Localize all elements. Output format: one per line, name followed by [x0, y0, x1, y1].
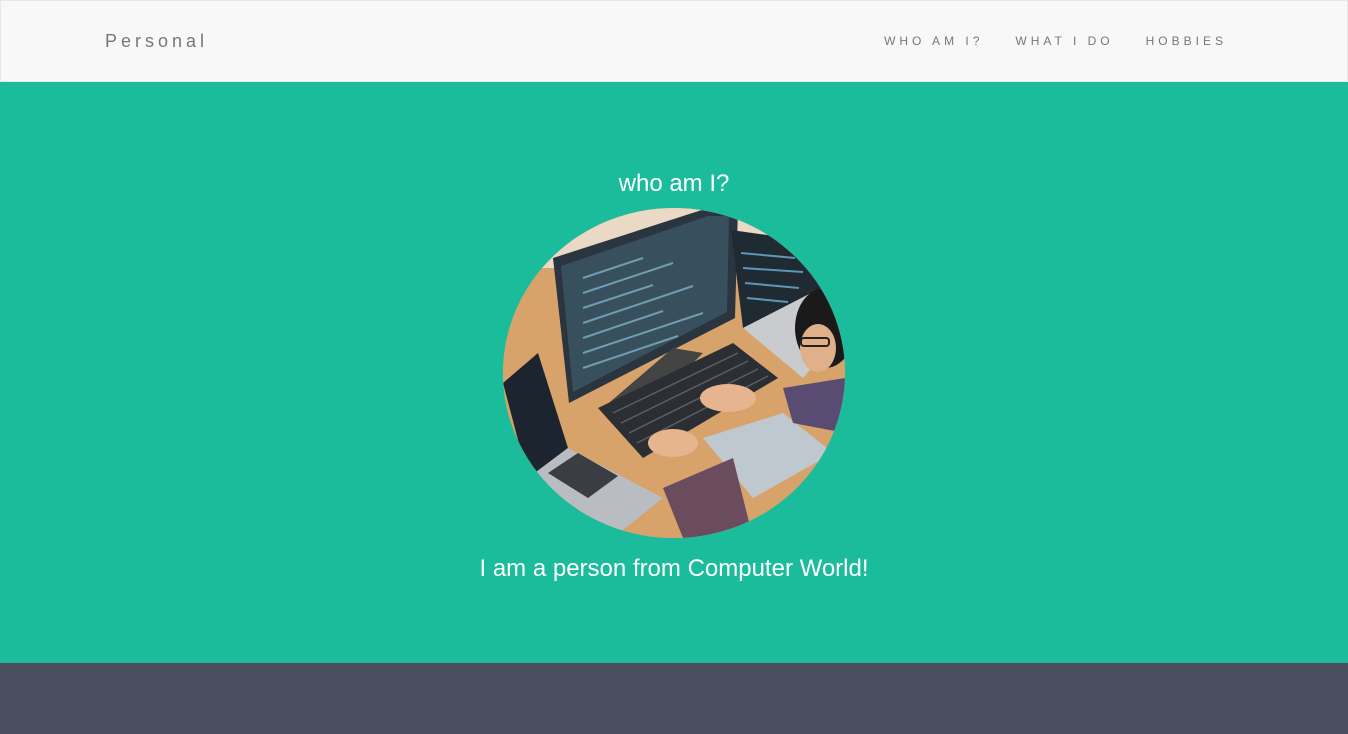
next-section-band: [0, 663, 1348, 734]
brand-link[interactable]: Personal: [105, 31, 208, 52]
hero-section: who am I? I am a person from Computer Wo…: [0, 82, 1348, 663]
nav-link-who-am-i[interactable]: WHO AM I?: [884, 34, 983, 48]
computer-workspace-illustration: [503, 208, 845, 538]
hero-title: who am I?: [618, 170, 730, 197]
nav-link-hobbies[interactable]: HOBBIES: [1146, 34, 1227, 48]
hero-caption: I am a person from Computer World!: [479, 555, 869, 582]
top-navbar: Personal WHO AM I? WHAT I DO HOBBIES: [0, 0, 1348, 82]
profile-image: [503, 208, 845, 538]
nav-link-what-i-do[interactable]: WHAT I DO: [1015, 34, 1113, 48]
nav-links: WHO AM I? WHAT I DO HOBBIES: [884, 34, 1227, 48]
